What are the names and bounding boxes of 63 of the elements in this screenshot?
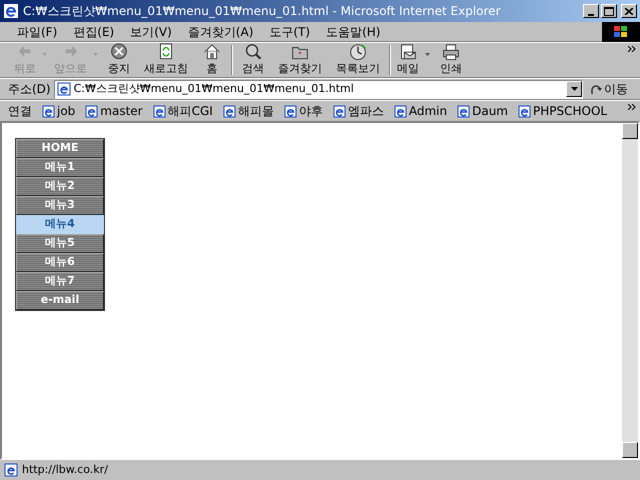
scrollbar[interactable]	[622, 123, 638, 458]
menu-item[interactable]: 즐겨찾기(A)	[180, 22, 260, 40]
link-button[interactable]: job	[42, 102, 76, 120]
window-title: C:₩스크린샷₩menu_01₩menu_01₩menu_01.html - Microsoft Internet Explorer	[23, 3, 502, 20]
menu-item[interactable]: 도움말(H)	[319, 22, 388, 40]
page-icon	[457, 104, 470, 118]
link-button[interactable]: 야후	[284, 102, 323, 120]
link-button[interactable]: Admin	[394, 102, 448, 120]
status-text: http://lbw.co.kr/	[22, 462, 108, 478]
toolbar-button[interactable]: 즐겨찾기	[271, 43, 329, 77]
toolbar-button[interactable]: 홈	[195, 43, 229, 77]
close-button[interactable]	[621, 4, 637, 18]
chevron-icon[interactable]	[628, 46, 636, 52]
page-icon	[85, 104, 98, 118]
caret-icon	[570, 87, 578, 91]
nav-menu-item[interactable]: e-mail	[16, 291, 104, 310]
page-icon	[284, 104, 297, 118]
search-icon	[243, 43, 263, 60]
chevron-icon[interactable]	[628, 104, 636, 110]
page-icon	[4, 463, 18, 477]
menu-item[interactable]: 파일(F)	[10, 22, 64, 40]
scroll-up-button[interactable]	[622, 123, 638, 139]
links-label: 연결	[8, 103, 32, 120]
page-icon	[394, 104, 407, 118]
menu-item[interactable]: 도구(T)	[262, 22, 318, 40]
go-button[interactable]: 이동	[586, 80, 632, 98]
link-button[interactable]: 해피몰	[222, 102, 274, 120]
toolbar-button[interactable]: 검색	[235, 43, 271, 77]
page-icon	[518, 104, 531, 118]
menu-item[interactable]: 보기(V)	[123, 22, 179, 40]
clock-icon	[348, 43, 368, 60]
link-button[interactable]: 엠파스	[332, 102, 384, 120]
menu-item[interactable]: 편집(E)	[66, 22, 122, 40]
toolbar-button[interactable]: 중지	[101, 43, 137, 77]
link-button[interactable]: Daum	[457, 102, 508, 120]
page-icon	[222, 104, 236, 118]
toolbar-button[interactable]: 인쇄	[433, 43, 469, 77]
browser-icon	[3, 3, 19, 19]
caret-icon	[42, 53, 47, 56]
address-label: 주소(D)	[8, 81, 51, 98]
toolbar-button[interactable]: 목록보기	[329, 43, 387, 77]
caret-icon	[425, 53, 430, 56]
curved-arrow-icon	[590, 83, 602, 95]
windows-logo-icon	[602, 22, 640, 42]
page-icon	[332, 104, 346, 118]
dropdown-button[interactable]	[566, 81, 582, 97]
link-button[interactable]: master	[85, 102, 143, 120]
page-icon	[42, 104, 55, 118]
close-icon	[625, 8, 633, 14]
link-button[interactable]: PHPSCHOOL	[518, 102, 608, 120]
caret-icon	[93, 53, 98, 56]
toolbar-button[interactable]: 메일	[393, 43, 433, 77]
nav-menu-item[interactable]: 메뉴4	[16, 215, 104, 234]
page-icon	[152, 104, 166, 118]
toolbar-button[interactable]: 새로고침	[137, 43, 195, 77]
page-icon	[56, 82, 71, 96]
link-button[interactable]: 해피CGI	[152, 102, 213, 120]
scroll-down-button[interactable]	[622, 442, 638, 458]
minimize-button[interactable]	[583, 4, 599, 18]
minimize-icon	[587, 13, 595, 17]
address-field[interactable]: C:₩스크린샷₩menu_01₩menu_01₩menu_01.html	[54, 80, 583, 98]
maximize-button[interactable]	[601, 4, 617, 18]
maximize-icon	[604, 6, 614, 16]
